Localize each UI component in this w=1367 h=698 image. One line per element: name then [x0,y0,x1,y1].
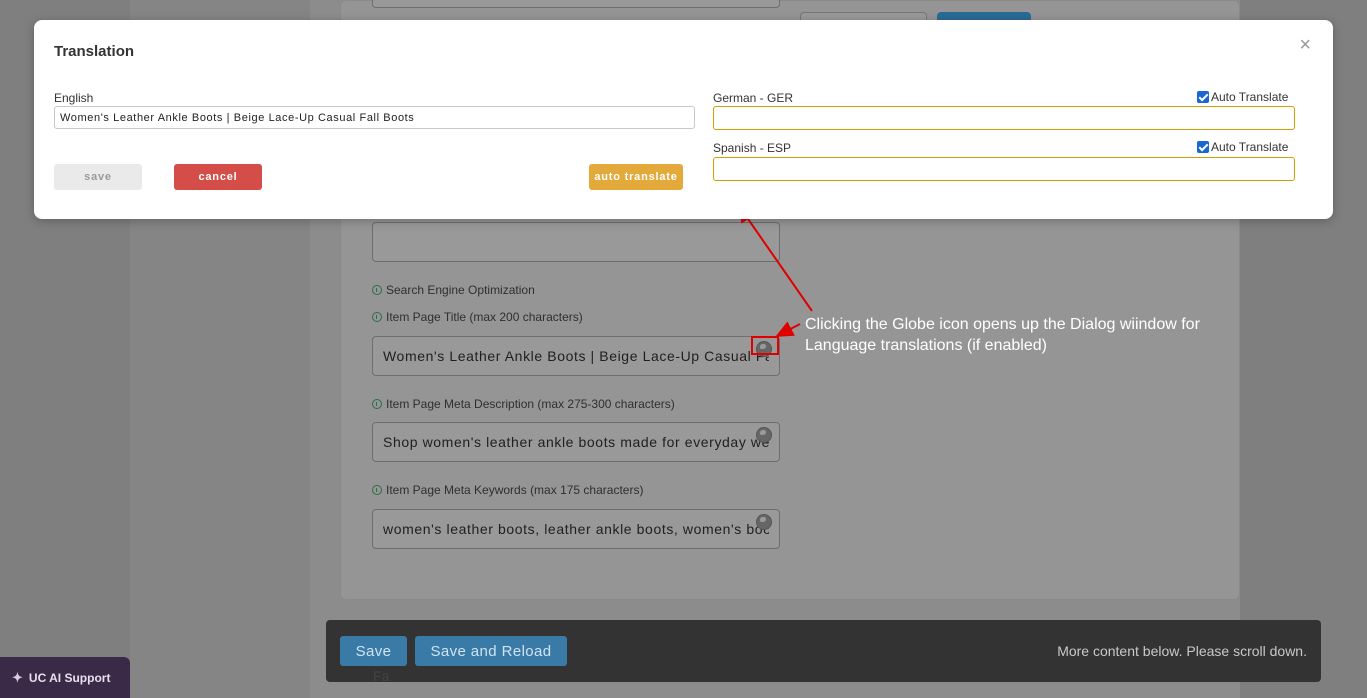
checkbox-checked-icon[interactable] [1197,91,1209,103]
save-button[interactable]: save [54,164,142,190]
translation-dialog: Translation × English German - GER Auto … [34,20,1333,219]
checkbox-checked-icon[interactable] [1197,141,1209,153]
german-auto-translate[interactable]: Auto Translate [1197,90,1288,104]
annotation-arrow-to-dialog [737,204,813,312]
ai-support-button[interactable]: ✦ UC AI Support [0,657,130,698]
auto-translate-button[interactable]: auto translate [589,164,683,190]
german-label: German - GER [713,91,794,105]
below-content-text: Fa [373,668,390,684]
german-input[interactable] [713,106,1295,130]
sparkle-icon: ✦ [12,669,23,685]
save-and-reload-button[interactable]: Save and Reload [415,636,567,666]
english-input[interactable] [54,106,695,129]
spanish-label: Spanish - ESP [713,141,792,155]
dialog-title: Translation [54,43,135,60]
spanish-input[interactable] [713,157,1295,181]
footer-save-bar: Save Save and Reload More content below.… [326,620,1321,682]
footer-save-button[interactable]: Save [340,636,407,666]
english-label: English [54,91,94,105]
scroll-hint: More content below. Please scroll down. [1057,643,1307,659]
cancel-button[interactable]: cancel [174,164,262,190]
spanish-auto-translate[interactable]: Auto Translate [1197,140,1288,154]
close-icon[interactable]: × [1299,35,1311,55]
annotation-arrow-to-globe [775,321,801,337]
annotation-text: Clicking the Globe icon opens up the Dia… [805,316,1200,354]
